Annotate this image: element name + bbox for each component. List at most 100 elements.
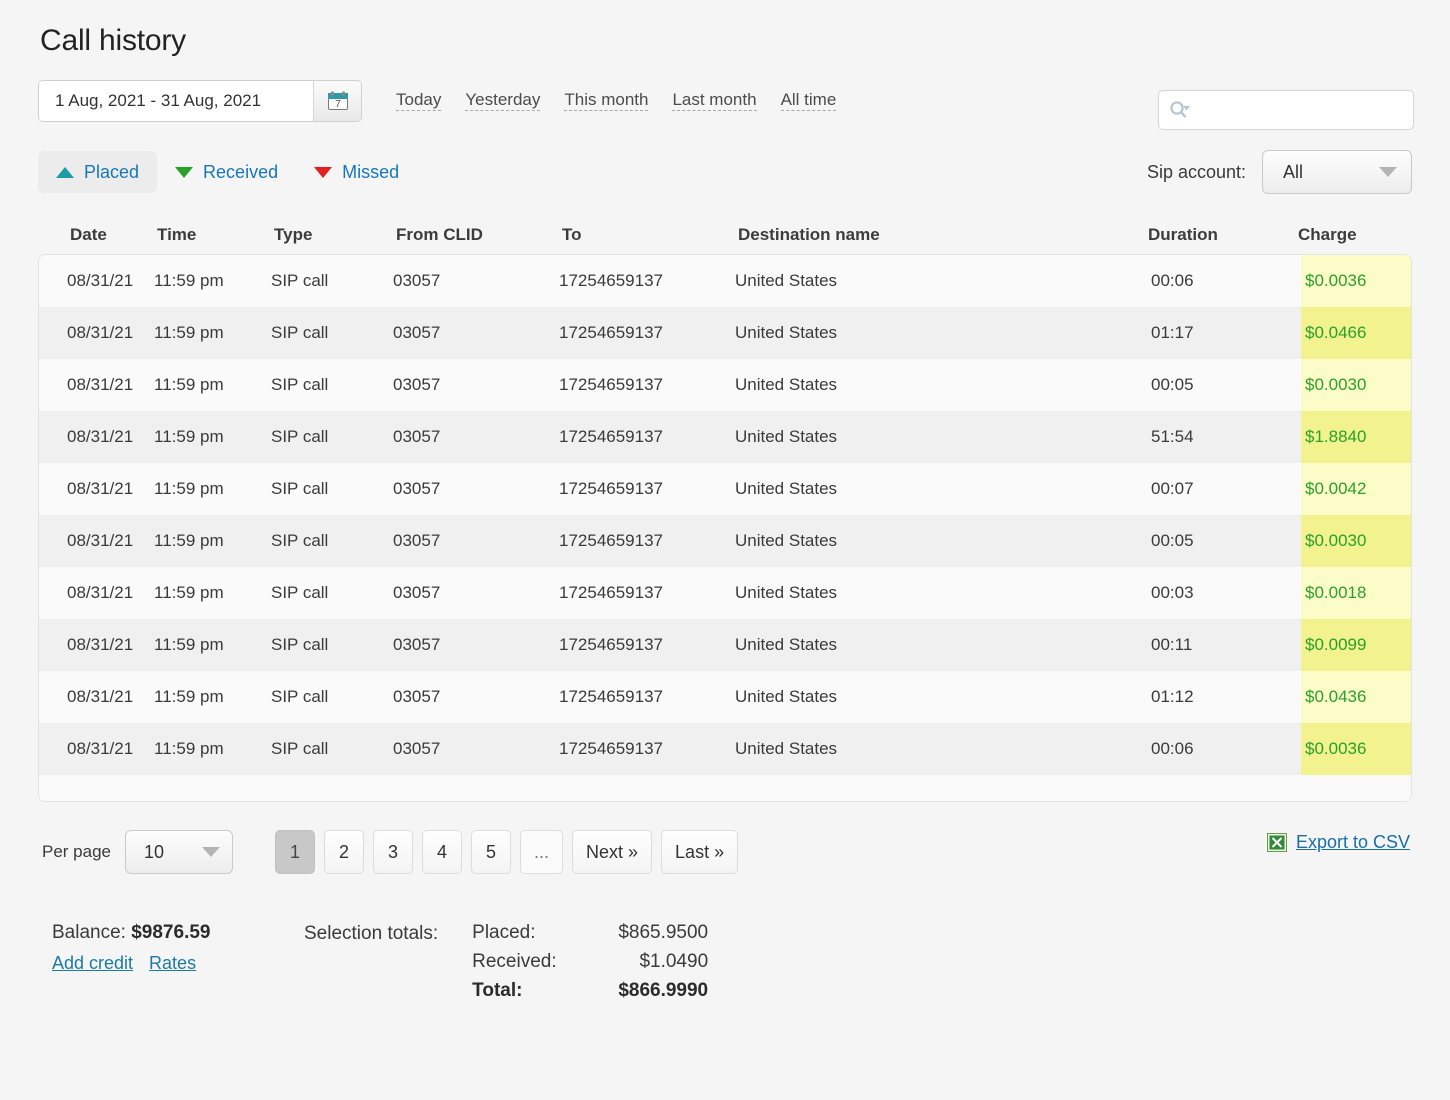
column-header-type[interactable]: Type xyxy=(274,225,396,245)
cell-to: 17254659137 xyxy=(559,583,735,603)
table-row[interactable]: 08/31/2111:59 pmSIP call0305717254659137… xyxy=(39,723,1411,775)
cell-charge: $0.0099 xyxy=(1301,619,1411,671)
svg-text:7: 7 xyxy=(335,99,341,110)
quick-filter-all-time[interactable]: All time xyxy=(781,91,837,111)
cell-from-clid: 03057 xyxy=(393,739,559,759)
search-box[interactable] xyxy=(1158,90,1414,130)
tab-received[interactable]: Received xyxy=(157,151,296,193)
page-button-next[interactable]: Next » xyxy=(572,830,652,874)
cell-to: 17254659137 xyxy=(559,271,735,291)
cell-date: 08/31/21 xyxy=(39,323,154,343)
table-row[interactable]: 08/31/2111:59 pmSIP call0305717254659137… xyxy=(39,255,1411,307)
quick-filter-yesterday[interactable]: Yesterday xyxy=(465,91,540,111)
table-row[interactable]: 08/31/2111:59 pmSIP call0305717254659137… xyxy=(39,359,1411,411)
search-icon[interactable] xyxy=(1169,100,1193,120)
search-input[interactable] xyxy=(1193,100,1406,120)
table-row[interactable]: 08/31/2111:59 pmSIP call0305717254659137… xyxy=(39,307,1411,359)
export-to-csv-button[interactable]: Export to CSV xyxy=(1267,832,1410,853)
cell-date: 08/31/21 xyxy=(39,635,154,655)
cell-charge: $1.8840 xyxy=(1301,411,1411,463)
tab-placed[interactable]: Placed xyxy=(38,151,157,193)
page-button-2[interactable]: 2 xyxy=(324,830,364,874)
cell-from-clid: 03057 xyxy=(393,583,559,603)
cell-time: 11:59 pm xyxy=(154,739,271,759)
cell-type: SIP call xyxy=(271,531,393,551)
quick-filter-today[interactable]: Today xyxy=(396,91,441,111)
tab-missed[interactable]: Missed xyxy=(296,151,417,193)
cell-type: SIP call xyxy=(271,635,393,655)
totals-row-placed: Placed: $865.9500 xyxy=(472,922,708,944)
table-row[interactable]: 08/31/2111:59 pmSIP call0305717254659137… xyxy=(39,567,1411,619)
table-row[interactable]: 08/31/2111:59 pmSIP call0305717254659137… xyxy=(39,619,1411,671)
page-button-3[interactable]: 3 xyxy=(373,830,413,874)
triangle-down-icon xyxy=(314,167,332,178)
quick-filter-this-month[interactable]: This month xyxy=(564,91,648,111)
column-header-destination[interactable]: Destination name xyxy=(738,225,1148,245)
sip-account-value: All xyxy=(1283,162,1303,183)
cell-duration: 00:05 xyxy=(1151,531,1301,551)
calendar-button[interactable]: 7 xyxy=(313,81,361,121)
cell-to: 17254659137 xyxy=(559,375,735,395)
sip-account-select[interactable]: All xyxy=(1262,150,1412,194)
totals-total-label: Total: xyxy=(472,980,590,1002)
date-range-picker[interactable]: 7 xyxy=(38,80,362,122)
charge-value: $0.0018 xyxy=(1301,567,1411,619)
totals-row-total: Total: $866.9990 xyxy=(472,980,708,1002)
cell-duration: 00:06 xyxy=(1151,739,1301,759)
table-row[interactable]: 08/31/2111:59 pmSIP call0305717254659137… xyxy=(39,671,1411,723)
cell-charge: $0.0466 xyxy=(1301,307,1411,359)
cell-date: 08/31/21 xyxy=(39,479,154,499)
totals-placed-label: Placed: xyxy=(472,922,590,944)
cell-from-clid: 03057 xyxy=(393,635,559,655)
cell-date: 08/31/21 xyxy=(39,531,154,551)
charge-value: $0.0036 xyxy=(1301,723,1411,775)
cell-time: 11:59 pm xyxy=(154,687,271,707)
column-header-duration[interactable]: Duration xyxy=(1148,225,1298,245)
date-range-input[interactable] xyxy=(39,81,313,121)
cell-date: 08/31/21 xyxy=(39,739,154,759)
rates-link[interactable]: Rates xyxy=(149,953,196,974)
summary-footer: Balance: $9876.59 Add credit Rates Selec… xyxy=(38,922,1412,1009)
cell-type: SIP call xyxy=(271,375,393,395)
export-to-csv-label: Export to CSV xyxy=(1296,832,1410,853)
page-button-1[interactable]: 1 xyxy=(275,830,315,874)
column-header-time[interactable]: Time xyxy=(157,225,274,245)
cell-to: 17254659137 xyxy=(559,687,735,707)
cell-type: SIP call xyxy=(271,427,393,447)
cell-time: 11:59 pm xyxy=(154,375,271,395)
cell-type: SIP call xyxy=(271,583,393,603)
cell-from-clid: 03057 xyxy=(393,427,559,447)
column-header-date[interactable]: Date xyxy=(42,225,157,245)
cell-charge: $0.0018 xyxy=(1301,567,1411,619)
table-row[interactable]: 08/31/2111:59 pmSIP call0305717254659137… xyxy=(39,515,1411,567)
chevron-down-icon xyxy=(1379,167,1397,177)
balance-line: Balance: $9876.59 xyxy=(52,922,304,944)
cell-from-clid: 03057 xyxy=(393,271,559,291)
call-type-tabs: Placed Received Missed Sip account: All xyxy=(38,150,1412,194)
charge-value: $0.0030 xyxy=(1301,359,1411,411)
totals-row-received: Received: $1.0490 xyxy=(472,951,708,973)
sip-account-label: Sip account: xyxy=(1147,162,1246,183)
table-row[interactable]: 08/31/2111:59 pmSIP call0305717254659137… xyxy=(39,463,1411,515)
cell-time: 11:59 pm xyxy=(154,323,271,343)
cell-to: 17254659137 xyxy=(559,635,735,655)
cell-destination: United States xyxy=(735,687,1151,707)
cell-type: SIP call xyxy=(271,271,393,291)
cell-to: 17254659137 xyxy=(559,427,735,447)
column-header-charge[interactable]: Charge xyxy=(1298,225,1408,245)
table-row[interactable]: 08/31/2111:59 pmSIP call0305717254659137… xyxy=(39,411,1411,463)
cell-type: SIP call xyxy=(271,739,393,759)
page-button-last[interactable]: Last » xyxy=(661,830,738,874)
column-header-from-clid[interactable]: From CLID xyxy=(396,225,562,245)
page-button-4[interactable]: 4 xyxy=(422,830,462,874)
page-button-5[interactable]: 5 xyxy=(471,830,511,874)
add-credit-link[interactable]: Add credit xyxy=(52,953,133,974)
cell-type: SIP call xyxy=(271,323,393,343)
cell-time: 11:59 pm xyxy=(154,583,271,603)
quick-filter-last-month[interactable]: Last month xyxy=(672,91,756,111)
page-button-[interactable]: ... xyxy=(520,830,563,874)
per-page-select[interactable]: 10 xyxy=(125,830,233,874)
page-buttons: 12345...Next »Last » xyxy=(275,830,738,874)
selection-totals-table: Placed: $865.9500 Received: $1.0490 Tota… xyxy=(472,922,708,1009)
column-header-to[interactable]: To xyxy=(562,225,738,245)
